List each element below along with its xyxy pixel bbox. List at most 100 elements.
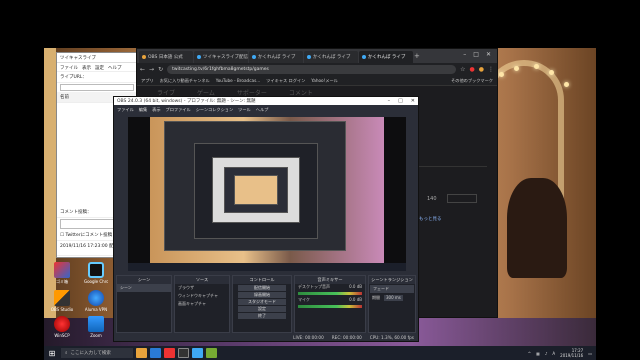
minimize-icon[interactable]: – <box>388 98 391 104</box>
tab-label: OBS 日本語 公式 <box>148 55 183 60</box>
start-recording-button[interactable]: 録画開始 <box>238 292 286 298</box>
menu-file[interactable]: ファイル <box>117 107 134 112</box>
back-icon[interactable]: ← <box>140 66 145 73</box>
source-item[interactable]: ブラウザ <box>175 284 229 292</box>
mixer-channel: デスクトップ音声 0.0 dB <box>295 284 365 290</box>
source-item[interactable]: 画面キャプチャ <box>175 300 229 308</box>
more-link[interactable]: もっと見る <box>419 216 442 222</box>
new-tab-button[interactable]: + <box>414 51 424 63</box>
live-url-input[interactable] <box>60 84 134 91</box>
checkbox-label: Twitterにコメント投稿 <box>65 233 113 238</box>
volume-meter[interactable] <box>298 292 362 295</box>
close-icon[interactable]: ✕ <box>486 51 491 63</box>
app-icon <box>54 290 70 306</box>
browser-tab[interactable]: ツイキャスライブ配信 <box>194 51 248 63</box>
chrome-icon[interactable] <box>164 348 175 358</box>
clock[interactable]: 17:27 2019/11/16 <box>560 348 583 358</box>
volume-meter[interactable] <box>298 305 362 308</box>
column-name-header[interactable]: 名前 <box>60 95 69 100</box>
close-icon[interactable]: ✕ <box>411 98 415 104</box>
desktop-icon[interactable]: OBS Studio <box>50 290 74 316</box>
wallpaper-bulb <box>534 64 539 69</box>
notification-icon[interactable]: ▭ <box>588 351 592 356</box>
explorer-icon[interactable] <box>136 348 147 358</box>
comment-box[interactable] <box>447 194 477 203</box>
start-streaming-button[interactable]: 配信開始 <box>238 285 286 291</box>
minimize-icon[interactable]: – <box>463 51 466 63</box>
star-icon[interactable]: ☆ <box>460 66 465 73</box>
ime-indicator[interactable]: A <box>552 351 555 356</box>
network-icon[interactable]: ▦ <box>536 351 540 356</box>
scene-item[interactable]: シーン <box>117 284 171 292</box>
source-item[interactable]: ウィンドウキャプチャ <box>175 292 229 300</box>
bookmark-apps[interactable]: アプリ <box>141 78 154 84</box>
desktop-icon[interactable]: ゴミ箱 <box>50 262 74 288</box>
menu-scene-collection[interactable]: シーンコレクション <box>196 107 233 112</box>
obs-titlebar: OBS 24.0.3 (64 bit, windows) - プロファイル: 無… <box>114 97 418 105</box>
live-time: LIVE: 00:00:00 <box>293 335 324 340</box>
exit-button[interactable]: 終了 <box>238 313 286 319</box>
menu-settings[interactable]: 設定 <box>95 65 104 71</box>
transition-select[interactable]: フェード <box>370 285 414 293</box>
chevron-up-icon[interactable]: ^ <box>528 351 531 356</box>
desktop-icon[interactable]: Zoom <box>84 316 108 342</box>
dock-title: 音声ミキサー <box>295 276 365 284</box>
twitcas-icon[interactable] <box>192 348 203 358</box>
taskbar-search[interactable]: ⌕ ここに入力して検索 <box>61 348 133 358</box>
desktop-icon[interactable]: Aluma VPN <box>84 290 108 316</box>
obs-docks: シーン シーン ソース ブラウザ ウィンドウキャプチャ 画面キャプチャ コントロ… <box>116 275 416 333</box>
obs-preview[interactable] <box>128 117 406 271</box>
studio-mode-button[interactable]: スタジオモード <box>238 299 286 305</box>
menu-icon[interactable]: ⋮ <box>488 66 494 73</box>
obs-icon[interactable] <box>178 348 189 358</box>
forward-icon[interactable]: → <box>149 66 154 73</box>
edge-icon[interactable] <box>150 348 161 358</box>
bookmark-item[interactable]: ツイキャス ログイン <box>266 78 305 84</box>
checkbox-icon[interactable]: ☐ <box>60 233 64 238</box>
duration-label: 期間 <box>372 295 380 300</box>
menu-view[interactable]: 表示 <box>82 65 91 71</box>
browser-tab[interactable]: OBS 日本語 公式 <box>139 51 193 63</box>
nested-preview <box>234 175 278 205</box>
menu-tools[interactable]: ツール <box>238 107 251 112</box>
desktop-icon-label: WinSCP <box>54 333 70 338</box>
menu-profile[interactable]: プロファイル <box>166 107 191 112</box>
desktop-icon-label: Zoom <box>90 333 102 338</box>
menu-edit[interactable]: 編集 <box>139 107 147 112</box>
dock-title: シーン <box>117 276 171 284</box>
windows-start-icon[interactable]: ⊞ <box>46 349 58 358</box>
obs-title: OBS 24.0.3 (64 bit, windows) - プロファイル: 無… <box>117 99 256 104</box>
browser-tab[interactable]: かくれんぼ ライブ <box>249 51 303 63</box>
app-icon[interactable] <box>206 348 217 358</box>
menu-view[interactable]: 表示 <box>152 107 160 112</box>
desktop-icon-label: Aluma VPN <box>84 307 108 312</box>
browser-tab-active[interactable]: かくれんぼ ライブ <box>359 51 413 63</box>
bookmark-item[interactable]: Yahoo!メール <box>311 78 338 84</box>
app-icon <box>88 262 104 278</box>
url-text: twitcasting.tv/6r1fghfbma8gmetstp/games <box>172 67 269 72</box>
browser-tab[interactable]: かくれんぼ ライブ <box>304 51 358 63</box>
bookmark-other[interactable]: その他のブックマーク <box>451 78 493 84</box>
settings-button[interactable]: 設定 <box>238 306 286 312</box>
bookmark-item[interactable]: YouTube - Broadcas... <box>216 78 261 83</box>
desktop-icon[interactable]: Google Chrome <box>84 262 108 288</box>
transitions-dock: シーントランジション フェード 期間 300 ms <box>368 275 416 333</box>
volume-icon[interactable]: ♪ <box>545 351 548 356</box>
duration-input[interactable]: 300 ms <box>384 295 403 301</box>
scenes-dock: シーン シーン <box>116 275 172 333</box>
reload-icon[interactable]: ↻ <box>158 66 163 73</box>
wallpaper-bulb <box>549 70 554 75</box>
bookmark-item[interactable]: お気に入り動画チャンネル <box>160 78 210 84</box>
profile-icon[interactable]: ● <box>479 66 484 73</box>
desktop-icon-label: OBS Studio <box>50 307 74 312</box>
app-icon <box>54 262 70 278</box>
address-bar[interactable]: twitcasting.tv/6r1fghfbma8gmetstp/games <box>167 65 457 74</box>
desktop-icon[interactable]: WinSCP <box>50 316 74 342</box>
menu-help[interactable]: ヘルプ <box>256 107 269 112</box>
maximize-icon[interactable]: □ <box>398 98 403 104</box>
maximize-icon[interactable]: □ <box>473 51 479 63</box>
window-titlebar: ツイキャスライブ <box>57 53 137 63</box>
menu-help[interactable]: ヘルプ <box>108 65 122 71</box>
menu-file[interactable]: ファイル <box>60 65 78 71</box>
extension-icon[interactable]: ● <box>470 66 475 73</box>
